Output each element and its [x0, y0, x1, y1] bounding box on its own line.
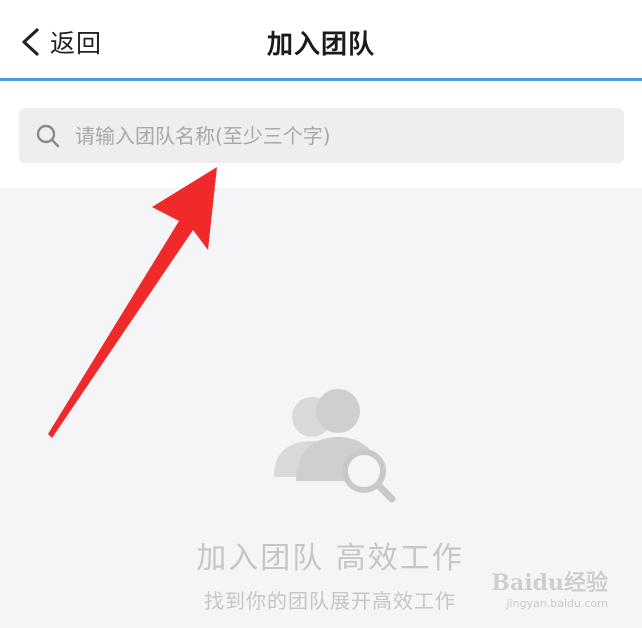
team-search-icon	[274, 389, 396, 503]
empty-state: 加入团队 高效工作 找到你的团队展开高效工作	[150, 385, 510, 614]
page-title: 加入团队	[266, 30, 375, 60]
search-input[interactable]	[75, 123, 595, 148]
empty-subtitle: 找到你的团队展开高效工作	[204, 589, 456, 613]
search-icon	[36, 124, 60, 147]
search-box[interactable]	[19, 108, 624, 163]
search-section	[0, 81, 642, 188]
nav-header: 返回 加入团队	[0, 0, 642, 81]
join-team-screen: 返回 加入团队 加入团队 高效工作 找到你的团队展开高效工作	[0, 0, 642, 628]
empty-title: 加入团队 高效工作	[196, 541, 464, 576]
